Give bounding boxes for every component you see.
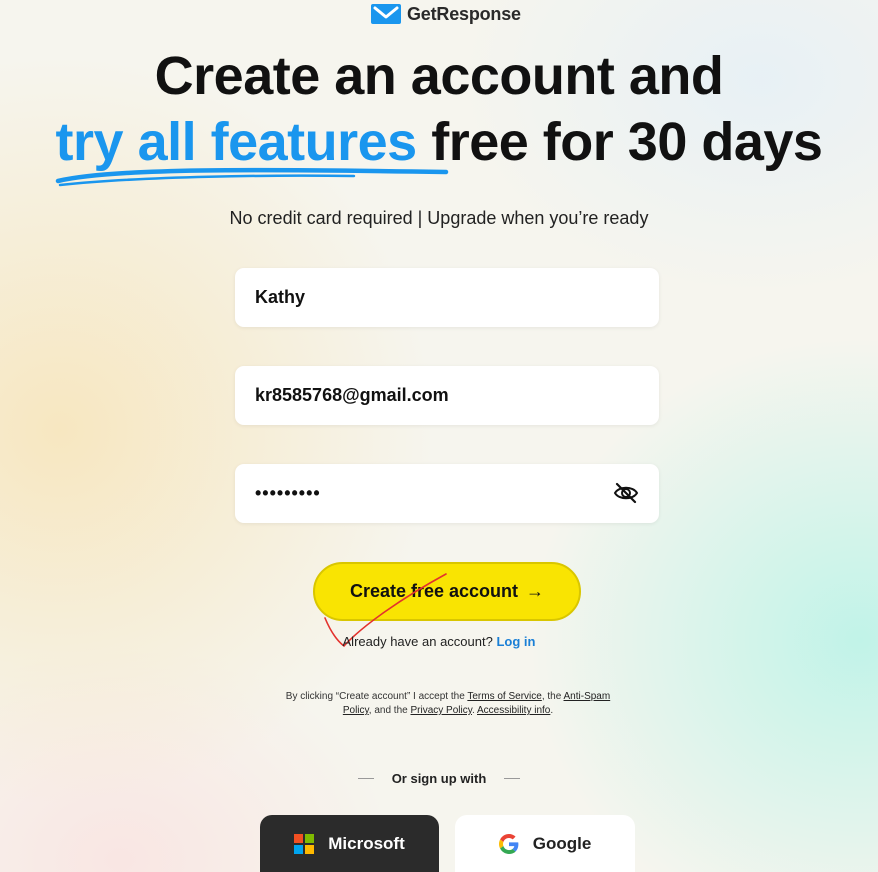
headline-rest: free for 30 days — [431, 112, 823, 172]
legal-text: By clicking “Create account” I accept th… — [283, 690, 613, 718]
login-link[interactable]: Log in — [496, 634, 535, 649]
terms-link[interactable]: Terms of Service — [467, 691, 541, 702]
login-prompt-text: Already have an account? — [342, 634, 493, 649]
privacy-link[interactable]: Privacy Policy — [410, 705, 472, 716]
divider-line-left — [357, 778, 374, 779]
headline-accent: try all features — [55, 112, 448, 187]
underline-swoosh-icon — [55, 167, 448, 187]
microsoft-signup-button[interactable]: Microsoft — [260, 815, 439, 872]
microsoft-logo-icon — [294, 833, 315, 854]
password-field-container — [235, 464, 659, 523]
headline-line-2: try all features free for 30 days — [0, 112, 878, 187]
legal-text-1: By clicking “Create account” I accept th… — [285, 691, 468, 702]
envelope-logo-icon — [371, 4, 401, 24]
subheadline: No credit card required | Upgrade when y… — [229, 208, 649, 228]
email-input[interactable] — [235, 366, 659, 425]
legal-text-3: , and the — [368, 705, 411, 716]
google-signup-button[interactable]: Google — [455, 815, 635, 872]
divider-label: Or sign up with — [391, 771, 487, 786]
legal-text-5: . — [550, 705, 554, 716]
google-logo-icon — [498, 833, 519, 854]
accessibility-link[interactable]: Accessibility info — [477, 705, 550, 716]
divider-line-right — [504, 778, 521, 779]
email-field-container — [235, 366, 659, 425]
eye-slash-icon[interactable] — [613, 482, 639, 504]
login-prompt: Already have an account? Log in — [0, 634, 878, 649]
brand-name: GetResponse — [407, 3, 521, 24]
microsoft-label: Microsoft — [328, 833, 405, 853]
brand-logo[interactable]: GetResponse — [371, 4, 521, 24]
social-divider: Or sign up with — [0, 771, 878, 786]
password-input[interactable] — [235, 464, 659, 523]
create-account-button[interactable]: Create free account → — [313, 562, 581, 621]
create-account-label: Create free account — [349, 581, 519, 601]
legal-text-2: , the — [541, 691, 564, 702]
headline-accent-text: try all features — [55, 112, 418, 172]
name-field-container — [235, 268, 659, 327]
arrow-right-icon: → — [526, 581, 545, 601]
google-label: Google — [532, 833, 592, 853]
name-input[interactable] — [235, 268, 659, 327]
headline-line-1: Create an account and — [154, 46, 724, 106]
